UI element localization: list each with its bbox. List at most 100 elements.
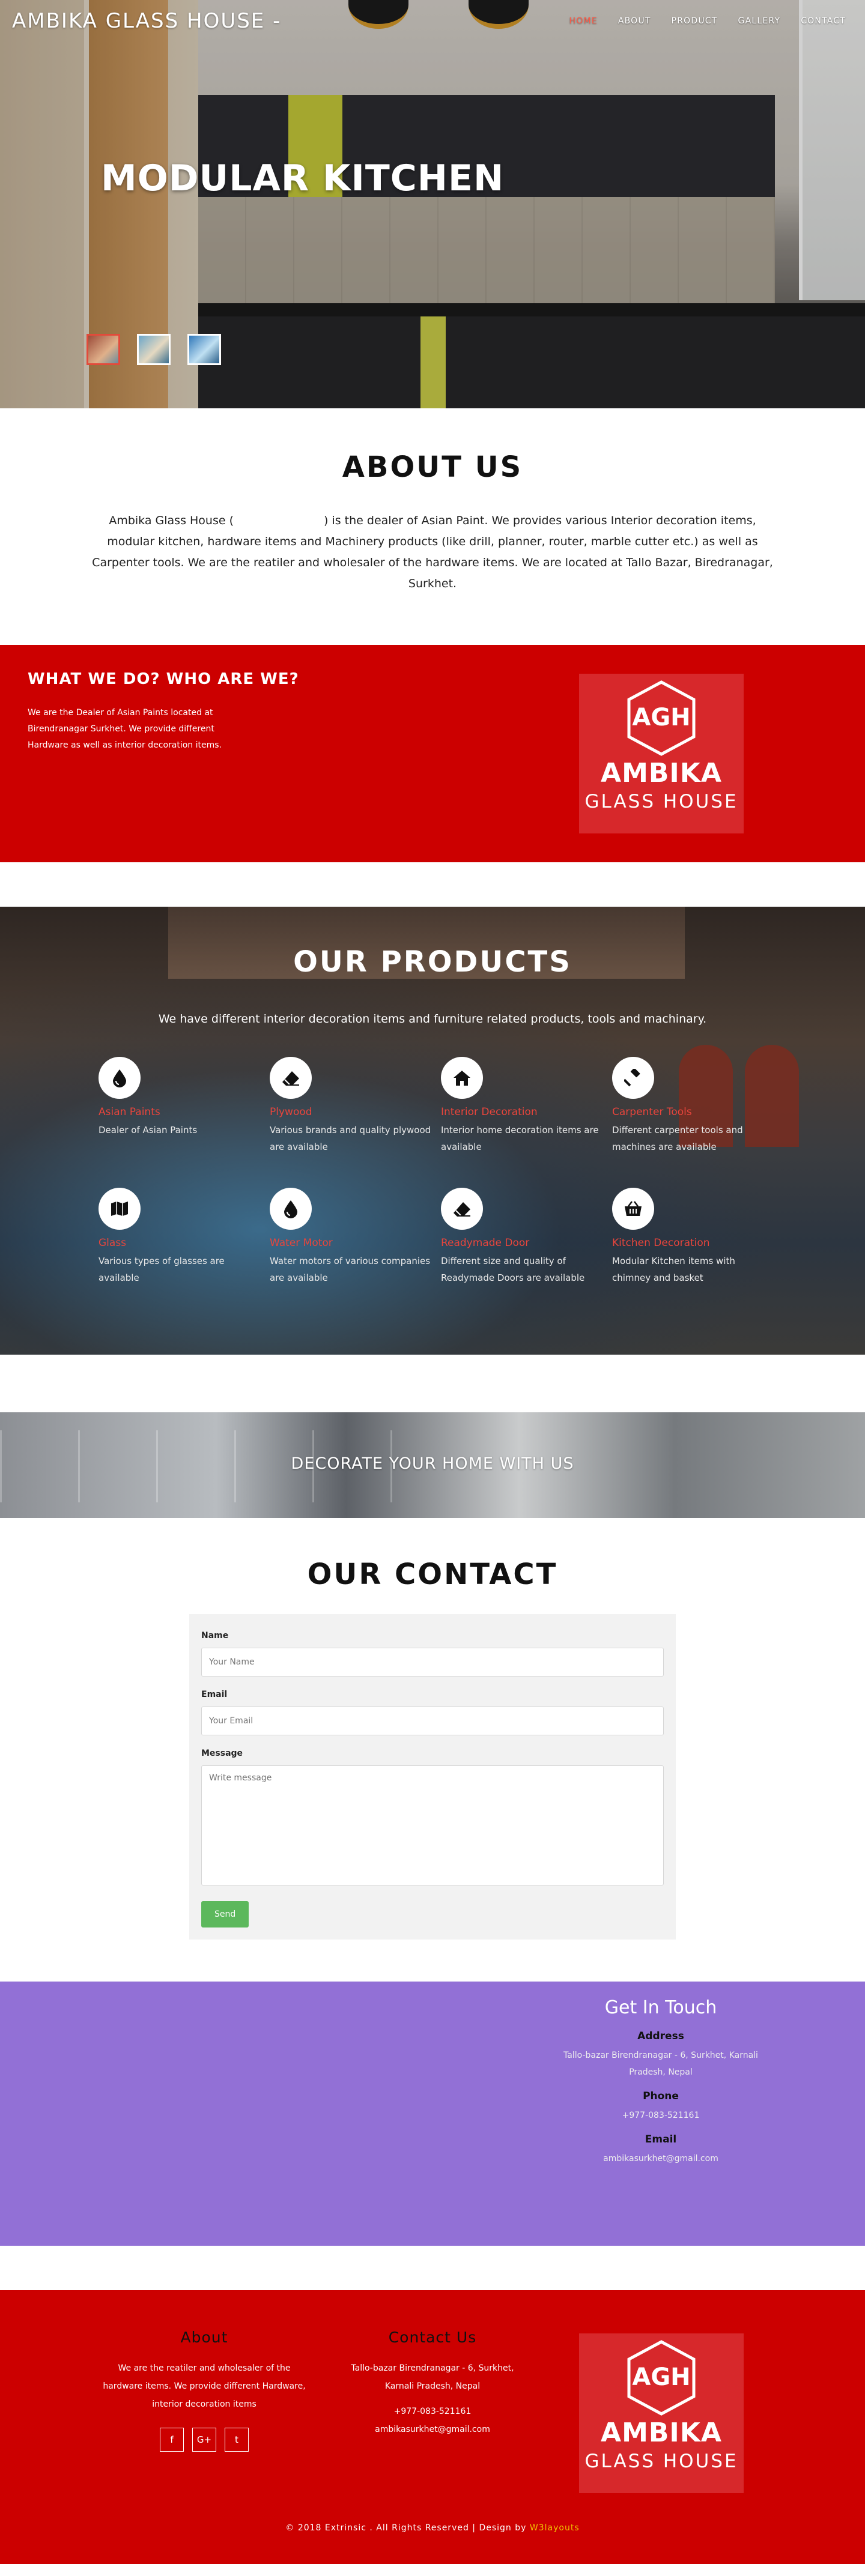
footer-about-text: We are the reatiler and wholesaler of th… [103,2363,306,2409]
product-desc: Various brands and quality plywood are a… [270,1125,431,1152]
product-desc: Interior home decoration items are avail… [441,1125,599,1152]
slider-thumb-3[interactable] [187,334,221,365]
product-name: Kitchen Decoration [612,1237,710,1249]
logo-initials: AGH [632,2363,691,2391]
product-name: Carpenter Tools [612,1106,692,1118]
nav-contact[interactable]: CONTACT [801,16,846,26]
address-heading: Address [637,2030,684,2042]
footer-contact: Contact Us Tallo-bazar Birendranagar - 6… [336,2329,529,2438]
brand-logo[interactable]: AMBIKA GLASS HOUSE - [12,9,281,33]
google-plus-icon[interactable]: G+ [192,2428,216,2452]
product-name: Glass [99,1237,127,1249]
product-item: Carpenter Tools Different carpenter tool… [612,1057,783,1155]
product-desc: Dealer of Asian Paints [99,1125,198,1135]
product-item: Readymade Door Different size and qualit… [441,1188,612,1286]
product-desc: Modular Kitchen items with chimney and b… [612,1256,735,1283]
copyright-text: © 2018 Extrinsic . All Rights Reserved |… [285,2523,527,2533]
phone-text: +977-083-521161 [622,2111,700,2120]
social-links: f G+ t [102,2428,306,2452]
name-field[interactable] [201,1648,664,1677]
contact-section: OUR CONTACT Name Email Message Send [0,1518,865,1982]
copyright: © 2018 Extrinsic . All Rights Reserved |… [0,2523,865,2533]
nav-about[interactable]: ABOUT [618,16,651,26]
designer-link[interactable]: W3layouts [530,2523,580,2533]
email-label: Email [201,1690,228,1699]
email-field[interactable] [201,1707,664,1735]
footer-about: About We are the reatiler and wholesaler… [102,2329,306,2452]
nav-home[interactable]: HOME [569,16,598,26]
facebook-icon[interactable]: f [160,2428,184,2452]
product-desc: Various types of glasses are available [99,1256,225,1283]
slider-thumb-1[interactable] [86,334,120,365]
logo-name: AMBIKA [601,758,722,788]
basket-icon [612,1188,654,1230]
hero-title: MODULAR KITCHEN [101,157,505,199]
message-label: Message [201,1749,243,1758]
logo-initials: AGH [632,704,691,731]
slider-thumb-2[interactable] [137,334,171,365]
products-grid: Asian Paints Dealer of Asian Paints Plyw… [99,1057,783,1286]
eraser-icon [441,1188,483,1230]
products-title: OUR PRODUCTS [293,945,572,979]
phone-heading: Phone [643,2090,679,2102]
send-button[interactable]: Send [201,1901,249,1927]
tint-icon [270,1188,312,1230]
products-lead: We have different interior decoration it… [158,1012,707,1026]
home-icon [441,1057,483,1099]
product-desc: Different size and quality of Readymade … [441,1256,585,1283]
about-title: ABOUT US [342,450,523,484]
logo-subtitle: GLASS HOUSE [584,791,738,812]
eraser-icon [270,1057,312,1099]
agh-logo: AGH AMBIKA GLASS HOUSE [579,674,744,833]
product-desc: Water motors of various companies are av… [270,1256,431,1283]
gavel-icon [612,1057,654,1099]
touch-title: Get In Touch [604,1997,717,2018]
contact-title: OUR CONTACT [307,1558,558,1591]
get-in-touch-section: Get In Touch Address Tallo-bazar Birendr… [0,1982,865,2246]
hexagon-icon: AGH [626,680,697,757]
about-text: Ambika Glass House () is the dealer of A… [90,510,775,594]
tint-icon [99,1057,141,1099]
about-section: ABOUT US Ambika Glass House () is the de… [0,408,865,645]
product-name: Plywood [270,1106,312,1118]
nav-product[interactable]: PRODUCT [672,16,718,26]
product-item: Interior Decoration Interior home decora… [441,1057,612,1155]
product-item: Asian Paints Dealer of Asian Paints [99,1057,270,1155]
footer-email[interactable]: ambikasurkhet@gmail.com [336,2420,529,2438]
footer-phone: +977-083-521161 [393,2407,472,2416]
product-name: Interior Decoration [441,1106,538,1118]
product-name: Readymade Door [441,1237,530,1249]
email-heading: Email [645,2133,677,2145]
slider-thumbnails [86,334,221,365]
nav-gallery[interactable]: GALLERY [738,16,781,26]
email-text[interactable]: ambikasurkhet@gmail.com [553,2150,769,2167]
footer: About We are the reatiler and wholesaler… [0,2290,865,2564]
product-item: Kitchen Decoration Modular Kitchen items… [612,1188,783,1286]
decorate-banner: DECORATE YOUR HOME WITH US [0,1412,865,1518]
hero-banner: AMBIKA GLASS HOUSE - HOME ABOUT PRODUCT … [0,0,865,408]
twitter-icon[interactable]: t [225,2428,249,2452]
address-text: Tallo-bazar Birendranagar - 6, Surkhet, … [563,2051,758,2077]
map-icon [99,1188,141,1230]
contact-form: Name Email Message Send [189,1614,676,1940]
touch-details: Get In Touch Address Tallo-bazar Birendr… [553,1997,769,2177]
products-section: OUR PRODUCTS We have different interior … [0,907,865,1355]
navbar: AMBIKA GLASS HOUSE - HOME ABOUT PRODUCT … [0,0,865,42]
agh-logo: AGH AMBIKA GLASS HOUSE [579,2333,744,2493]
main-nav: HOME ABOUT PRODUCT GALLERY CONTACT [569,16,846,26]
product-item: Water Motor Water motors of various comp… [270,1188,441,1286]
hexagon-icon: AGH [626,2339,697,2416]
decorate-text: DECORATE YOUR HOME WITH US [291,1454,574,1473]
what-we-do-section: WHAT WE DO? WHO ARE WE? We are the Deale… [0,645,865,862]
what-title: WHAT WE DO? WHO ARE WE? [28,670,299,688]
footer-about-title: About [180,2329,228,2346]
logo-subtitle: GLASS HOUSE [584,2451,738,2472]
product-name: Asian Paints [99,1106,160,1118]
product-desc: Different carpenter tools and machines a… [612,1125,743,1152]
product-item: Plywood Various brands and quality plywo… [270,1057,441,1155]
message-field[interactable] [201,1765,664,1885]
about-text-start: Ambika Glass House ( [109,514,234,527]
footer-contact-title: Contact Us [388,2329,477,2346]
what-text: We are the Dealer of Asian Paints locate… [28,708,222,750]
footer-address: Tallo-bazar Birendranagar - 6, Surkhet, … [351,2363,514,2391]
